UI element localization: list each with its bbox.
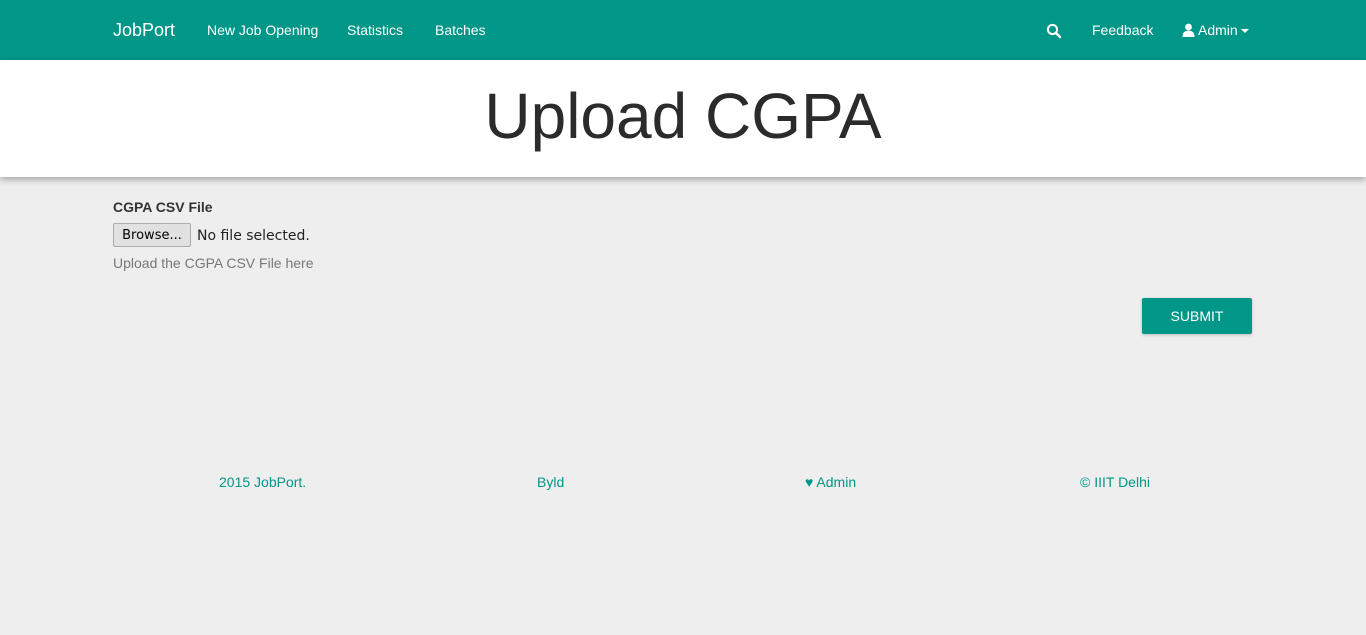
file-status: No file selected.: [197, 228, 310, 244]
nav-new-job-opening[interactable]: New Job Opening: [207, 0, 318, 60]
help-text: Upload the CGPA CSV File here: [113, 255, 314, 271]
user-icon: [1182, 2, 1195, 62]
nav-feedback[interactable]: Feedback: [1092, 0, 1153, 60]
page-header: Upload CGPA: [0, 60, 1366, 177]
nav-statistics[interactable]: Statistics: [347, 0, 403, 60]
brand-link[interactable]: JobPort: [113, 0, 175, 60]
footer-copyright-jobport[interactable]: 2015 JobPort.: [219, 474, 306, 490]
nav-batches[interactable]: Batches: [435, 0, 486, 60]
footer-iiit-delhi-link[interactable]: © IIIT Delhi: [1080, 474, 1150, 490]
navbar: JobPort New Job Opening Statistics Batch…: [0, 0, 1366, 60]
submit-button[interactable]: SUBMIT: [1142, 298, 1252, 334]
page-title: Upload CGPA: [484, 80, 882, 152]
admin-label: Admin: [1198, 22, 1238, 38]
admin-dropdown[interactable]: Admin: [1182, 0, 1249, 62]
browse-button[interactable]: Browse...: [113, 223, 191, 247]
search-icon[interactable]: [1046, 23, 1062, 39]
footer-admin-link[interactable]: ♥ Admin: [805, 474, 856, 490]
cgpa-file-label: CGPA CSV File: [113, 199, 213, 215]
caret-down-icon: [1240, 29, 1249, 34]
footer-byld-link[interactable]: Byld: [537, 474, 564, 490]
